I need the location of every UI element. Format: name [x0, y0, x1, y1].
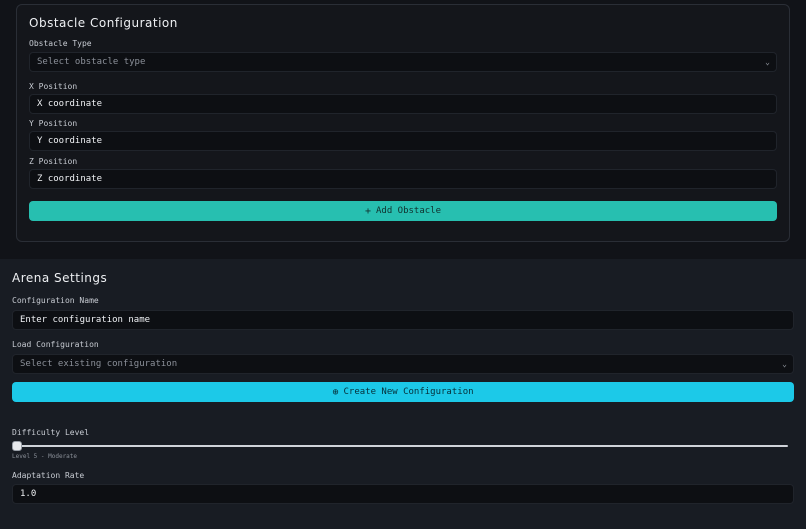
- load-configuration-value: Select existing configuration: [20, 359, 178, 369]
- configuration-name-input[interactable]: Enter configuration name: [12, 310, 794, 330]
- z-position-label: Z Position: [29, 157, 78, 166]
- configuration-name-label: Configuration Name: [12, 296, 99, 305]
- load-configuration-label: Load Configuration: [12, 340, 99, 349]
- difficulty-hint: Level 5 - Moderate: [12, 453, 78, 460]
- chevron-down-icon: ⌄: [765, 57, 770, 67]
- create-new-configuration-label: Create New Configuration: [343, 387, 474, 397]
- panel-title: Obstacle Configuration: [29, 16, 178, 30]
- adaptation-rate-label: Adaptation Rate: [12, 471, 85, 480]
- y-position-input[interactable]: Y coordinate: [29, 131, 777, 151]
- load-configuration-select[interactable]: Select existing configuration ⌄: [12, 354, 794, 374]
- configuration-name-placeholder: Enter configuration name: [20, 315, 151, 325]
- z-position-placeholder: Z coordinate: [37, 174, 103, 184]
- plus-circle-icon: ⊕: [332, 386, 339, 398]
- create-new-configuration-button[interactable]: ⊕ Create New Configuration: [12, 382, 794, 402]
- difficulty-slider-track[interactable]: [12, 445, 788, 447]
- difficulty-slider-thumb[interactable]: [12, 441, 22, 451]
- obstacle-type-label: Obstacle Type: [29, 39, 92, 48]
- chevron-down-icon: ⌄: [782, 359, 787, 369]
- y-position-placeholder: Y coordinate: [37, 136, 103, 146]
- difficulty-level-label: Difficulty Level: [12, 428, 90, 437]
- x-position-input[interactable]: X coordinate: [29, 94, 777, 114]
- adaptation-rate-input[interactable]: 1.0: [12, 484, 794, 504]
- adaptation-rate-value: 1.0: [20, 489, 37, 499]
- arena-settings-title: Arena Settings: [12, 271, 108, 285]
- add-obstacle-label: Add Obstacle: [376, 206, 442, 216]
- obstacle-type-select[interactable]: Select obstacle type ⌄: [29, 52, 777, 72]
- obstacle-type-value: Select obstacle type: [37, 57, 146, 67]
- x-position-label: X Position: [29, 82, 78, 91]
- add-obstacle-button[interactable]: + Add Obstacle: [29, 201, 777, 221]
- x-position-placeholder: X coordinate: [37, 99, 103, 109]
- z-position-input[interactable]: Z coordinate: [29, 169, 777, 189]
- y-position-label: Y Position: [29, 119, 78, 128]
- plus-icon: +: [364, 205, 371, 217]
